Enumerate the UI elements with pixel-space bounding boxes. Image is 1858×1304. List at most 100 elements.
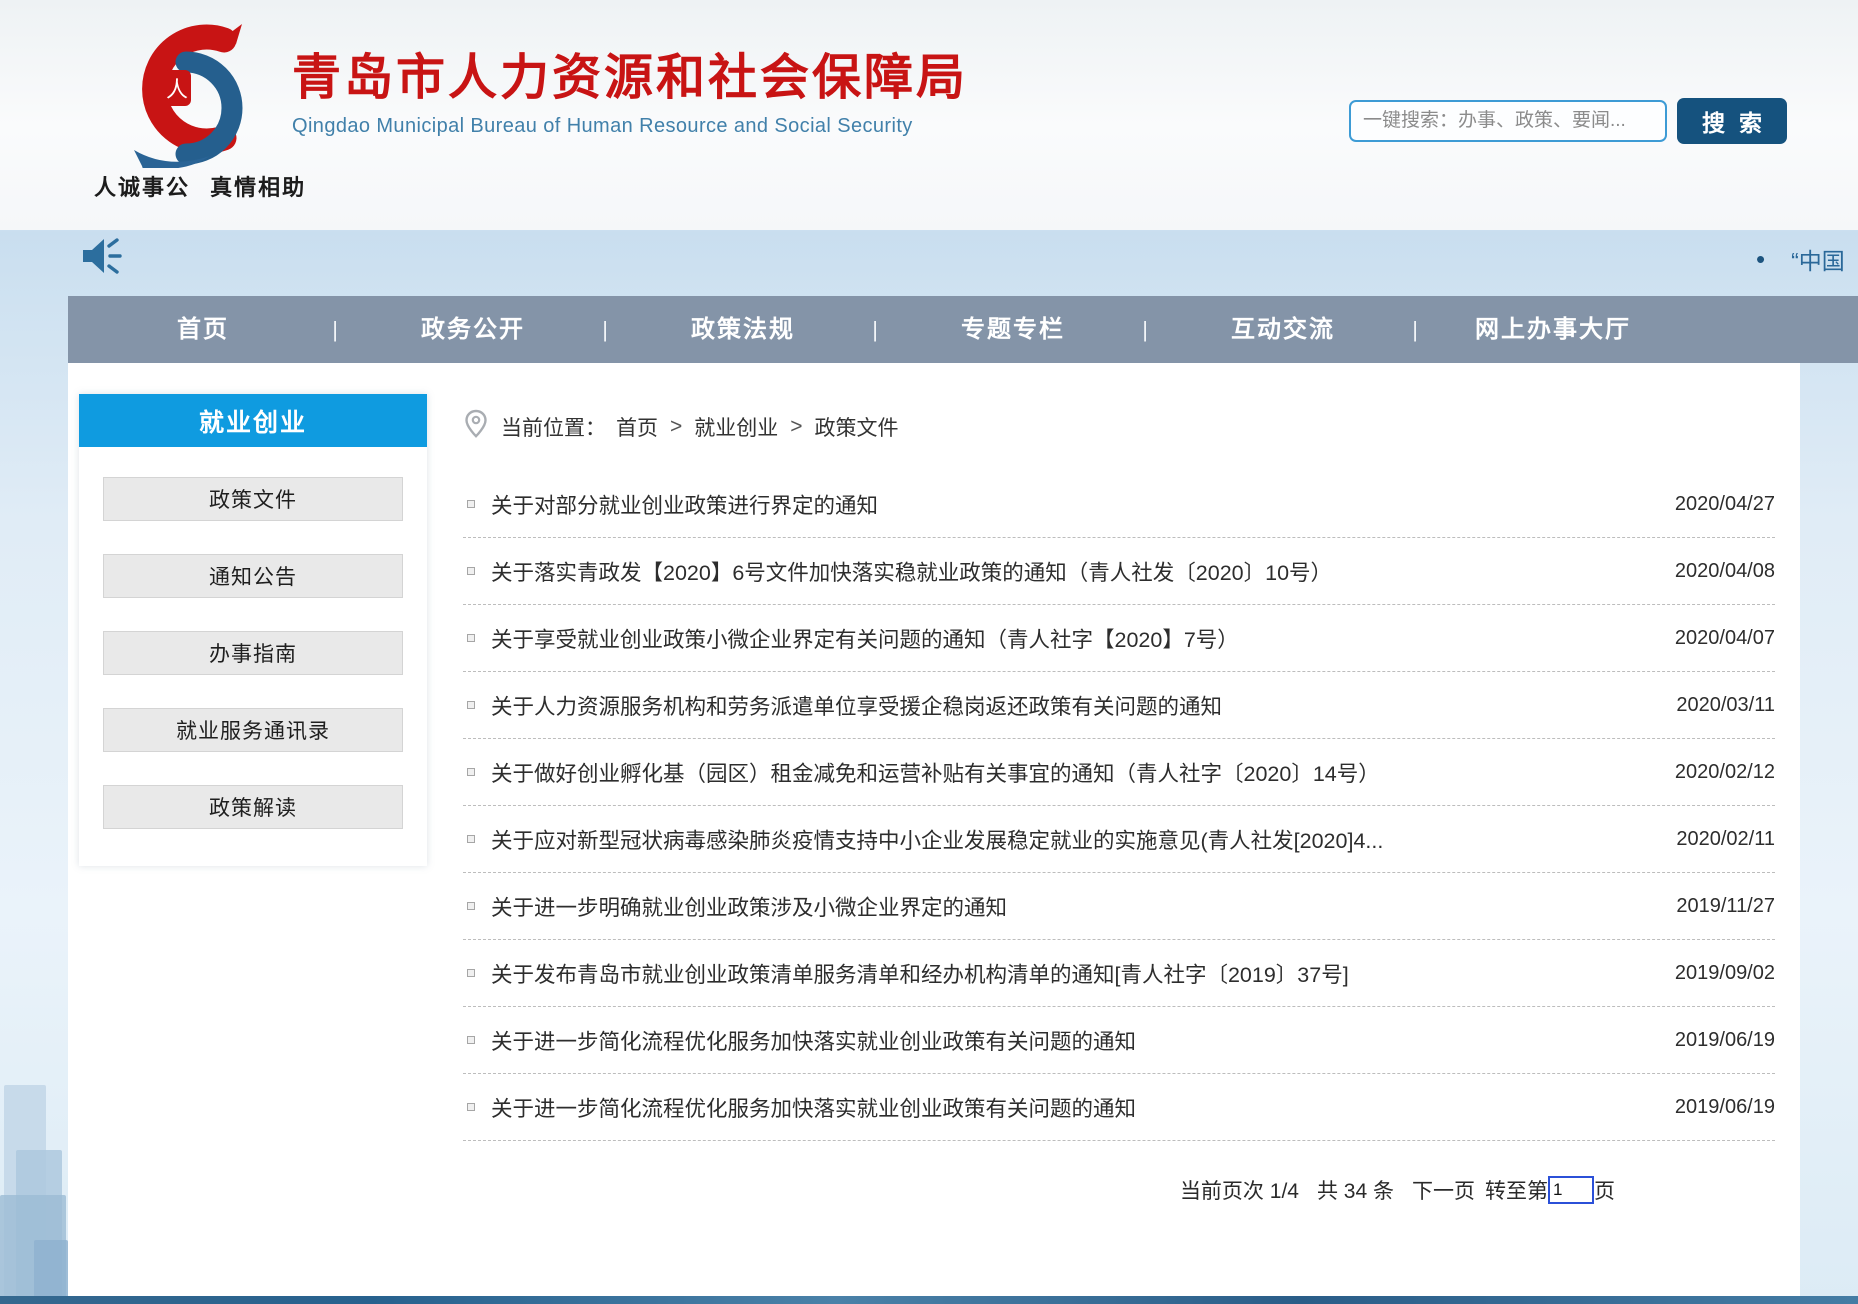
article-title-link[interactable]: 关于应对新型冠状病毒感染肺炎疫情支持中小企业发展稳定就业的实施意见(青人社发[2… — [491, 824, 1652, 855]
breadcrumb-label: 当前位置： — [501, 412, 606, 442]
breadcrumb-trail: 首页 > 就业创业 > 政策文件 > — [616, 412, 899, 442]
article-title-link[interactable]: 关于进一步明确就业创业政策涉及小微企业界定的通知 — [491, 891, 1652, 922]
nav-item[interactable]: 网上办事大厅 | — [1418, 296, 1688, 363]
article-list: 关于对部分就业创业政策进行界定的通知 2020/04/27 关于落实青政发【20… — [463, 471, 1775, 1141]
goto-prefix: 转至第 — [1485, 1175, 1548, 1205]
footer-strip — [0, 1296, 1858, 1304]
sidebar-item[interactable]: 政策文件 — [103, 477, 403, 521]
sidebar-item-label: 政策文件 — [209, 484, 297, 514]
article-row: 关于享受就业创业政策小微企业界定有关问题的通知（青人社字【2020】7号） 20… — [463, 605, 1775, 672]
title-block: 青岛市人力资源和社会保障局 Qingdao Municipal Bureau o… — [292, 52, 968, 138]
sidebar-item[interactable]: 政策解读 — [103, 785, 403, 829]
page: 人 青岛市人力资源和社会保障局 Qingdao Municipal Bureau… — [0, 0, 1858, 1304]
article-date: 2020/02/12 — [1675, 761, 1775, 784]
nav-item[interactable]: 首页 | — [68, 296, 338, 363]
logo-graphic: 人 — [106, 10, 274, 168]
list-bullet-icon — [467, 768, 475, 776]
article-date: 2020/03/11 — [1676, 694, 1775, 717]
article-title-link[interactable]: 关于享受就业创业政策小微企业界定有关问题的通知（青人社字【2020】7号） — [491, 623, 1651, 654]
site-logo[interactable]: 人 — [106, 10, 274, 168]
article-title-link[interactable]: 关于人力资源服务机构和劳务派遣单位享受援企稳岗返还政策有关问题的通知 — [491, 690, 1652, 721]
list-bullet-icon — [467, 902, 475, 910]
sidebar-title[interactable]: 就业创业 — [79, 394, 427, 447]
breadcrumb: 当前位置： 首页 > 就业创业 > — [463, 409, 1775, 445]
list-bullet-icon — [467, 500, 475, 508]
search-button[interactable]: 搜索 — [1677, 98, 1787, 144]
total-count: 共 34 条 — [1317, 1175, 1394, 1205]
article-row: 关于进一步明确就业创业政策涉及小微企业界定的通知 2019/11/27 — [463, 873, 1775, 940]
article-date: 2019/09/02 — [1675, 962, 1775, 985]
article-date: 2019/06/19 — [1675, 1029, 1775, 1052]
list-bullet-icon — [467, 567, 475, 575]
sidebar-item-label: 办事指南 — [209, 638, 297, 668]
article-date: 2020/04/07 — [1675, 627, 1775, 650]
goto-suffix: 页 — [1594, 1175, 1615, 1205]
svg-text:人: 人 — [166, 78, 188, 103]
list-bullet-icon — [467, 969, 475, 977]
page-indicator: 当前页次 1/4 — [1180, 1175, 1299, 1205]
speaker-icon[interactable] — [80, 236, 122, 281]
nav-item-label: 互动交流 — [1231, 316, 1335, 343]
article-row: 关于人力资源服务机构和劳务派遣单位享受援企稳岗返还政策有关问题的通知 2020/… — [463, 672, 1775, 739]
breadcrumb-item: 政策文件 > — [815, 412, 899, 442]
article-row: 关于对部分就业创业政策进行界定的通知 2020/04/27 — [463, 471, 1775, 538]
goto-page-input[interactable] — [1548, 1176, 1594, 1204]
sidebar-menu: 政策文件 通知公告 办事指南 就业服务通讯录 政策解读 — [79, 447, 427, 866]
nav-item[interactable]: 政务公开 | — [338, 296, 608, 363]
search-box: 搜索 — [1349, 98, 1787, 144]
marquee-text: “中国 — [1791, 242, 1845, 276]
article-title-link[interactable]: 关于落实青政发【2020】6号文件加快落实稳就业政策的通知（青人社发〔2020〕… — [491, 556, 1651, 587]
skyline-decoration — [34, 1240, 68, 1297]
article-date: 2020/02/11 — [1676, 828, 1775, 851]
article-date: 2020/04/08 — [1675, 560, 1775, 583]
sidebar-item-label: 通知公告 — [209, 561, 297, 591]
article-title-link[interactable]: 关于进一步简化流程优化服务加快落实就业创业政策有关问题的通知 — [491, 1092, 1651, 1123]
article-row: 关于发布青岛市就业创业政策清单服务清单和经办机构清单的通知[青人社字〔2019〕… — [463, 940, 1775, 1007]
list-bullet-icon — [467, 634, 475, 642]
nav-item[interactable]: 专题专栏 | — [878, 296, 1148, 363]
sidebar-item[interactable]: 通知公告 — [103, 554, 403, 598]
breadcrumb-link[interactable]: 首页 — [616, 412, 658, 442]
list-bullet-icon — [467, 835, 475, 843]
slogan: 人诚事公 真情相助 — [94, 170, 306, 202]
article-row: 关于进一步简化流程优化服务加快落实就业创业政策有关问题的通知 2019/06/1… — [463, 1074, 1775, 1141]
site-subtitle: Qingdao Municipal Bureau of Human Resour… — [292, 115, 968, 138]
main-nav: 首页 | 政务公开 | 政策法规 | 专题专栏 | 互动交流 | — [68, 296, 1858, 363]
sidebar-item-label: 就业服务通讯录 — [176, 715, 330, 745]
list-bullet-icon — [467, 1103, 475, 1111]
list-bullet-icon — [467, 701, 475, 709]
article-date: 2019/06/19 — [1675, 1096, 1775, 1119]
main-column: 当前位置： 首页 > 就业创业 > — [463, 363, 1775, 1205]
article-row: 关于应对新型冠状病毒感染肺炎疫情支持中小企业发展稳定就业的实施意见(青人社发[2… — [463, 806, 1775, 873]
sidebar-item-label: 政策解读 — [209, 792, 297, 822]
nav-item[interactable]: 政策法规 | — [608, 296, 878, 363]
article-title-link[interactable]: 关于对部分就业创业政策进行界定的通知 — [491, 489, 1651, 520]
next-page-link[interactable]: 下一页 — [1412, 1175, 1475, 1205]
sidebar-item[interactable]: 就业服务通讯录 — [103, 708, 403, 752]
breadcrumb-link[interactable]: 就业创业 — [694, 412, 778, 442]
nav-item-label: 政务公开 — [421, 316, 525, 343]
pagination: 当前页次 1/4 共 34 条 下一页 转至第 页 — [463, 1175, 1775, 1205]
article-row: 关于做好创业孵化基（园区）租金减免和运营补贴有关事宜的通知（青人社字〔2020〕… — [463, 739, 1775, 806]
nav-item[interactable]: 互动交流 | — [1148, 296, 1418, 363]
breadcrumb-link[interactable]: 政策文件 — [815, 412, 899, 442]
article-row: 关于落实青政发【2020】6号文件加快落实稳就业政策的通知（青人社发〔2020〕… — [463, 538, 1775, 605]
article-date: 2020/04/27 — [1675, 493, 1775, 516]
nav-item-label: 网上办事大厅 — [1475, 316, 1631, 343]
list-bullet-icon — [467, 1036, 475, 1044]
article-title-link[interactable]: 关于做好创业孵化基（园区）租金减免和运营补贴有关事宜的通知（青人社字〔2020〕… — [491, 757, 1651, 788]
site-header: 人 青岛市人力资源和社会保障局 Qingdao Municipal Bureau… — [0, 0, 1858, 230]
marquee-bullet: • — [1756, 244, 1765, 275]
site-title: 青岛市人力资源和社会保障局 — [292, 52, 968, 106]
search-input[interactable] — [1349, 100, 1667, 142]
nav-item-label: 首页 — [177, 316, 229, 343]
article-row: 关于进一步简化流程优化服务加快落实就业创业政策有关问题的通知 2019/06/1… — [463, 1007, 1775, 1074]
notice-marquee[interactable]: • “中国 — [1756, 242, 1845, 276]
sidebar-item[interactable]: 办事指南 — [103, 631, 403, 675]
sidebar: 就业创业 政策文件 通知公告 办事指南 就业服务通 — [79, 394, 427, 866]
nav-item-label: 政策法规 — [691, 316, 795, 343]
article-title-link[interactable]: 关于进一步简化流程优化服务加快落实就业创业政策有关问题的通知 — [491, 1025, 1651, 1056]
breadcrumb-separator: > — [670, 415, 682, 439]
breadcrumb-separator: > — [790, 415, 802, 439]
article-title-link[interactable]: 关于发布青岛市就业创业政策清单服务清单和经办机构清单的通知[青人社字〔2019〕… — [491, 958, 1651, 989]
